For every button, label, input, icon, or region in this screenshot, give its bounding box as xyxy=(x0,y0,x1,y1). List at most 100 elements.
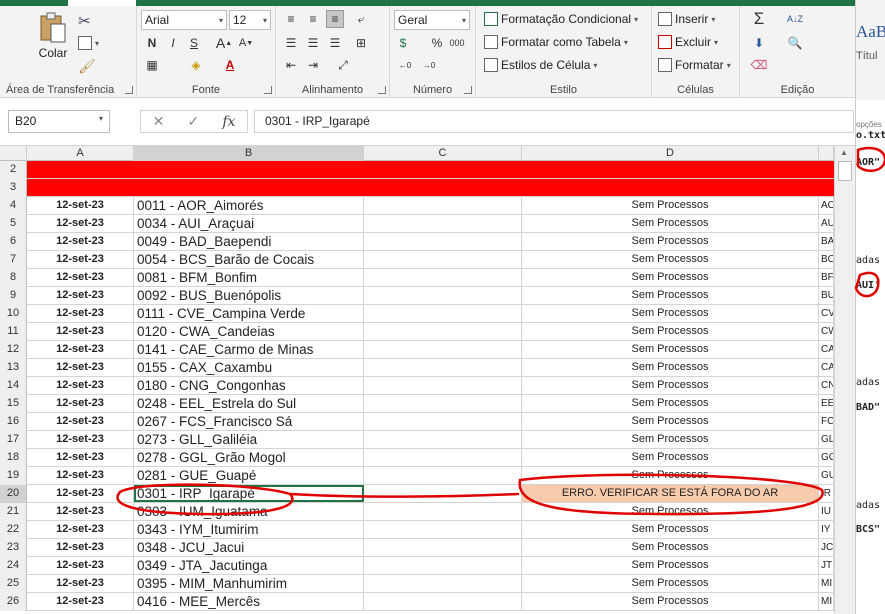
cell-code-partial[interactable] xyxy=(819,179,834,196)
cell-date[interactable] xyxy=(27,161,134,178)
cell-empty[interactable] xyxy=(364,341,522,358)
cell-date[interactable]: 12-set-23 xyxy=(27,449,134,466)
cell-status[interactable]: Sem Processos xyxy=(522,305,819,322)
merge-center-icon[interactable]: ⊞ xyxy=(352,34,370,52)
insert-button[interactable]: Inserir ▾ xyxy=(658,12,715,26)
cell-styles-button[interactable]: Estilos de Célula ▾ xyxy=(484,58,597,72)
cell-code-partial[interactable]: BF xyxy=(819,269,834,286)
cell-unit[interactable]: 0011 - AOR_Aimorés xyxy=(134,197,364,214)
vertical-scrollbar[interactable]: ▲ xyxy=(834,146,855,614)
cell-empty[interactable] xyxy=(364,215,522,232)
scroll-up-icon[interactable]: ▲ xyxy=(840,148,848,157)
row-header[interactable]: 20 xyxy=(0,485,27,503)
format-cells-button[interactable]: Formatar ▾ xyxy=(658,58,731,72)
cell-date[interactable]: 12-set-23 xyxy=(27,521,134,538)
cell-status[interactable]: Sem Processos xyxy=(522,323,819,340)
cell-status[interactable]: Sem Processos xyxy=(522,287,819,304)
cell-date[interactable]: 12-set-23 xyxy=(27,539,134,556)
number-format-select[interactable]: Geral ▾ xyxy=(394,10,470,30)
cell-empty[interactable] xyxy=(364,377,522,394)
cell-empty[interactable] xyxy=(364,323,522,340)
conditional-formatting-button[interactable]: Formatação Condicional ▾ xyxy=(484,12,638,26)
row-header[interactable]: 23 xyxy=(0,539,27,557)
cell-code-partial[interactable]: GL xyxy=(819,431,834,448)
cell-date[interactable]: 12-set-23 xyxy=(27,467,134,484)
cell-status[interactable]: Sem Processos xyxy=(522,233,819,250)
cell-date[interactable]: 12-set-23 xyxy=(27,413,134,430)
cell-date[interactable]: 12-set-23 xyxy=(27,593,134,610)
cell-code-partial[interactable]: CV xyxy=(819,305,834,322)
select-all-corner[interactable] xyxy=(0,146,27,161)
cell-unit[interactable] xyxy=(134,161,364,178)
name-box[interactable]: B20 ▾ xyxy=(8,110,110,133)
wrap-text-icon[interactable]: ⤶ xyxy=(352,10,370,28)
row-header[interactable]: 8 xyxy=(0,269,27,287)
decrease-indent-icon[interactable]: ⇤ xyxy=(282,56,300,74)
cell-status[interactable]: Sem Processos xyxy=(522,557,819,574)
autosum-icon[interactable]: Σ xyxy=(750,9,768,28)
cell-unit[interactable]: 0054 - BCS_Barão de Cocais xyxy=(134,251,364,268)
cell-code-partial[interactable]: BU xyxy=(819,287,834,304)
cell-unit[interactable]: 0278 - GGL_Grão Mogol xyxy=(134,449,364,466)
row-header[interactable]: 14 xyxy=(0,377,27,395)
cell-status[interactable]: Sem Processos xyxy=(522,593,819,610)
cell-empty[interactable] xyxy=(364,197,522,214)
cell-unit[interactable]: 0281 - GUE_Guapé xyxy=(134,467,364,484)
spreadsheet-grid[interactable]: A B C D 2 3 4 12-set-23 0011 - AOR_Aimorés Se… xyxy=(0,146,834,614)
copy-button[interactable]: ▾ xyxy=(78,36,99,50)
cell-unit[interactable]: 0348 - JCU_Jacui xyxy=(134,539,364,556)
row-header[interactable]: 17 xyxy=(0,431,27,449)
format-painter-button[interactable]: 🖌 xyxy=(78,58,96,75)
align-middle-icon[interactable]: ≡ xyxy=(304,10,322,28)
cell-unit[interactable]: 0034 - AUI_Araçuai xyxy=(134,215,364,232)
cell-status[interactable]: Sem Processos xyxy=(522,251,819,268)
underline-button[interactable]: S xyxy=(185,34,203,52)
clear-icon[interactable]: ⌫ xyxy=(750,56,768,74)
cell-date[interactable]: 12-set-23 xyxy=(27,341,134,358)
cell-date[interactable]: 12-set-23 xyxy=(27,233,134,250)
row-header[interactable]: 18 xyxy=(0,449,27,467)
cell-empty[interactable] xyxy=(364,539,522,556)
cell-status[interactable]: Sem Processos xyxy=(522,197,819,214)
cell-unit[interactable]: 0120 - CWA_Candeias xyxy=(134,323,364,340)
font-launcher-icon[interactable] xyxy=(264,86,272,94)
decrease-decimal-icon[interactable]: →0 xyxy=(420,56,438,74)
cell-empty[interactable] xyxy=(364,305,522,322)
cell-empty[interactable] xyxy=(364,503,522,520)
italic-button[interactable]: I xyxy=(164,34,182,52)
row-header[interactable]: 4 xyxy=(0,197,27,215)
row-header[interactable]: 13 xyxy=(0,359,27,377)
cell-empty[interactable] xyxy=(364,575,522,592)
row-header[interactable]: 3 xyxy=(0,179,27,197)
cell-unit[interactable]: 0141 - CAE_Carmo de Minas xyxy=(134,341,364,358)
cell-status[interactable]: Sem Processos xyxy=(522,521,819,538)
increase-decimal-icon[interactable]: ←0 xyxy=(396,56,414,74)
currency-icon[interactable]: $ xyxy=(394,34,412,52)
row-header[interactable]: 9 xyxy=(0,287,27,305)
fill-color-icon[interactable]: ◈ xyxy=(187,56,205,74)
cell-empty[interactable] xyxy=(364,521,522,538)
cell-code-partial[interactable] xyxy=(819,161,834,178)
align-top-icon[interactable]: ≡ xyxy=(282,10,300,28)
cell-status[interactable]: Sem Processos xyxy=(522,449,819,466)
cell-empty[interactable] xyxy=(364,269,522,286)
cell-status[interactable]: Sem Processos xyxy=(522,575,819,592)
cancel-icon[interactable]: ✕ xyxy=(153,113,165,130)
column-header-a[interactable]: A xyxy=(27,146,134,161)
column-header-c[interactable]: C xyxy=(364,146,522,161)
cell-code-partial[interactable]: AU xyxy=(819,215,834,232)
cell-status[interactable]: Sem Processos xyxy=(522,413,819,430)
cell-code-partial[interactable]: JT xyxy=(819,557,834,574)
cell-code-partial[interactable]: MI xyxy=(819,593,834,610)
row-header[interactable]: 24 xyxy=(0,557,27,575)
row-header[interactable]: 15 xyxy=(0,395,27,413)
cell-unit[interactable]: 0343 - IYM_Itumirim xyxy=(134,521,364,538)
cell-date[interactable]: 12-set-23 xyxy=(27,395,134,412)
cell-date[interactable] xyxy=(27,179,134,196)
scrollbar-thumb[interactable] xyxy=(838,161,852,181)
align-left-icon[interactable]: ☰ xyxy=(282,34,300,52)
cell-empty[interactable] xyxy=(364,467,522,484)
column-header-d[interactable]: D xyxy=(522,146,819,161)
cell-code-partial[interactable]: IY xyxy=(819,521,834,538)
cell-code-partial[interactable]: CW xyxy=(819,323,834,340)
